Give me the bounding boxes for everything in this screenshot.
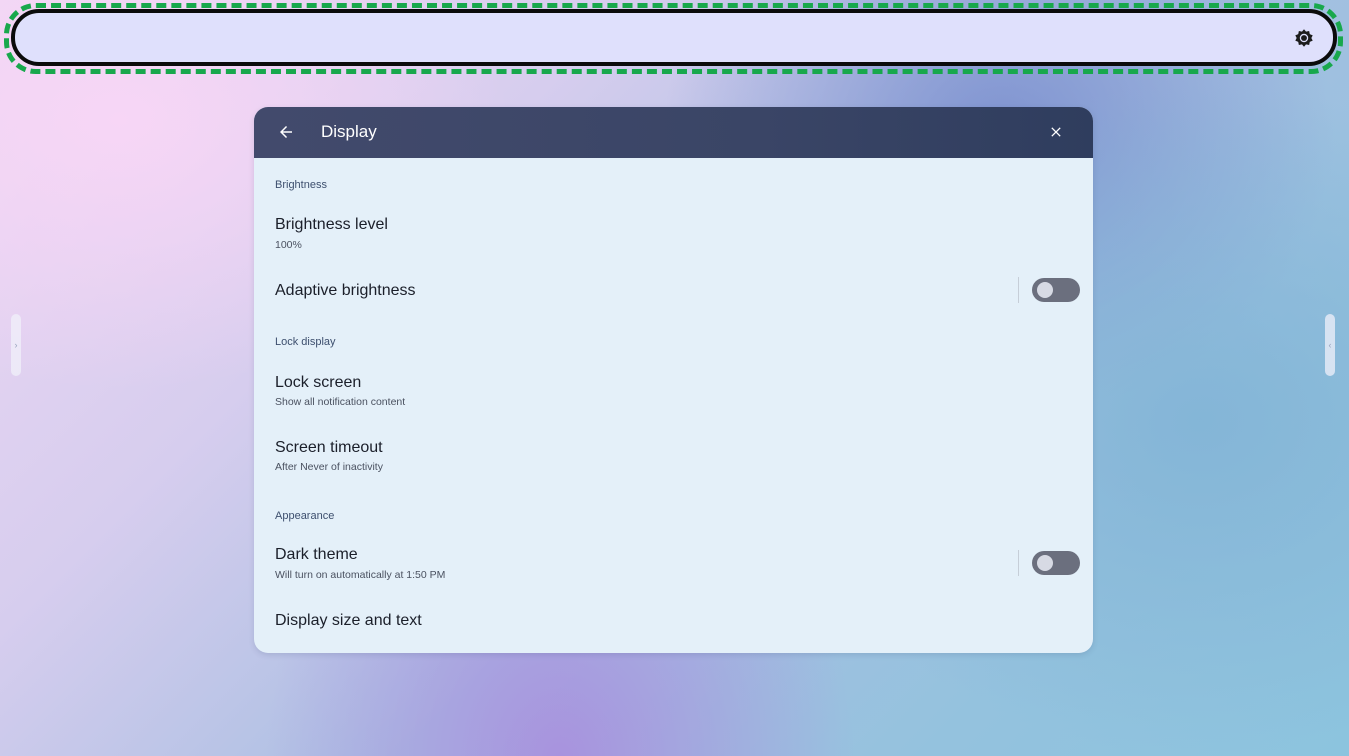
- adaptive-brightness-toggle[interactable]: [1032, 278, 1080, 302]
- chevron-left-icon: ‹: [1328, 340, 1332, 350]
- setting-title: Adaptive brightness: [275, 282, 416, 299]
- setting-display-size-and-text[interactable]: Display size and text: [254, 603, 1093, 643]
- chevron-right-icon: ›: [14, 340, 18, 350]
- section-header-appearance: Appearance: [275, 510, 335, 522]
- setting-subtitle: Show all notification content: [275, 396, 406, 408]
- top-bar: [11, 9, 1337, 66]
- setting-title: Lock screen: [275, 374, 362, 391]
- section-header-lock-display: Lock display: [275, 336, 336, 348]
- setting-lock-screen[interactable]: Lock screen Show all notification conten…: [254, 365, 1093, 419]
- section-header-brightness: Brightness: [275, 179, 327, 191]
- setting-adaptive-brightness[interactable]: Adaptive brightness: [254, 267, 1093, 313]
- setting-screen-timeout[interactable]: Screen timeout After Never of inactivity: [254, 429, 1093, 483]
- setting-title: Screen timeout: [275, 439, 383, 456]
- arrow-left-icon: [280, 126, 292, 138]
- toggle-knob: [1037, 282, 1053, 298]
- close-icon: [1051, 127, 1061, 137]
- setting-subtitle: Will turn on automatically at 1:50 PM: [275, 569, 446, 581]
- dark-theme-toggle[interactable]: [1032, 551, 1080, 575]
- setting-subtitle: 100%: [275, 239, 302, 251]
- dialog-title: Display: [321, 122, 377, 141]
- display-settings-dialog: Display Brightness Brightness level 100%…: [254, 107, 1093, 653]
- brightness-icon[interactable]: [1293, 27, 1315, 49]
- left-edge-handle[interactable]: ›: [11, 314, 21, 376]
- toggle-divider: [1018, 550, 1019, 576]
- close-button[interactable]: [1045, 121, 1067, 143]
- setting-dark-theme[interactable]: Dark theme Will turn on automatically at…: [254, 537, 1093, 591]
- back-button[interactable]: [274, 120, 298, 144]
- toggle-knob: [1037, 555, 1053, 571]
- setting-title: Brightness level: [275, 216, 388, 233]
- right-edge-handle[interactable]: ‹: [1325, 314, 1335, 376]
- dialog-header: Display: [254, 107, 1093, 158]
- setting-title: Dark theme: [275, 546, 358, 563]
- setting-title: Display size and text: [275, 612, 422, 629]
- setting-subtitle: After Never of inactivity: [275, 461, 383, 473]
- toggle-divider: [1018, 277, 1019, 303]
- setting-brightness-level[interactable]: Brightness level 100%: [254, 207, 1093, 261]
